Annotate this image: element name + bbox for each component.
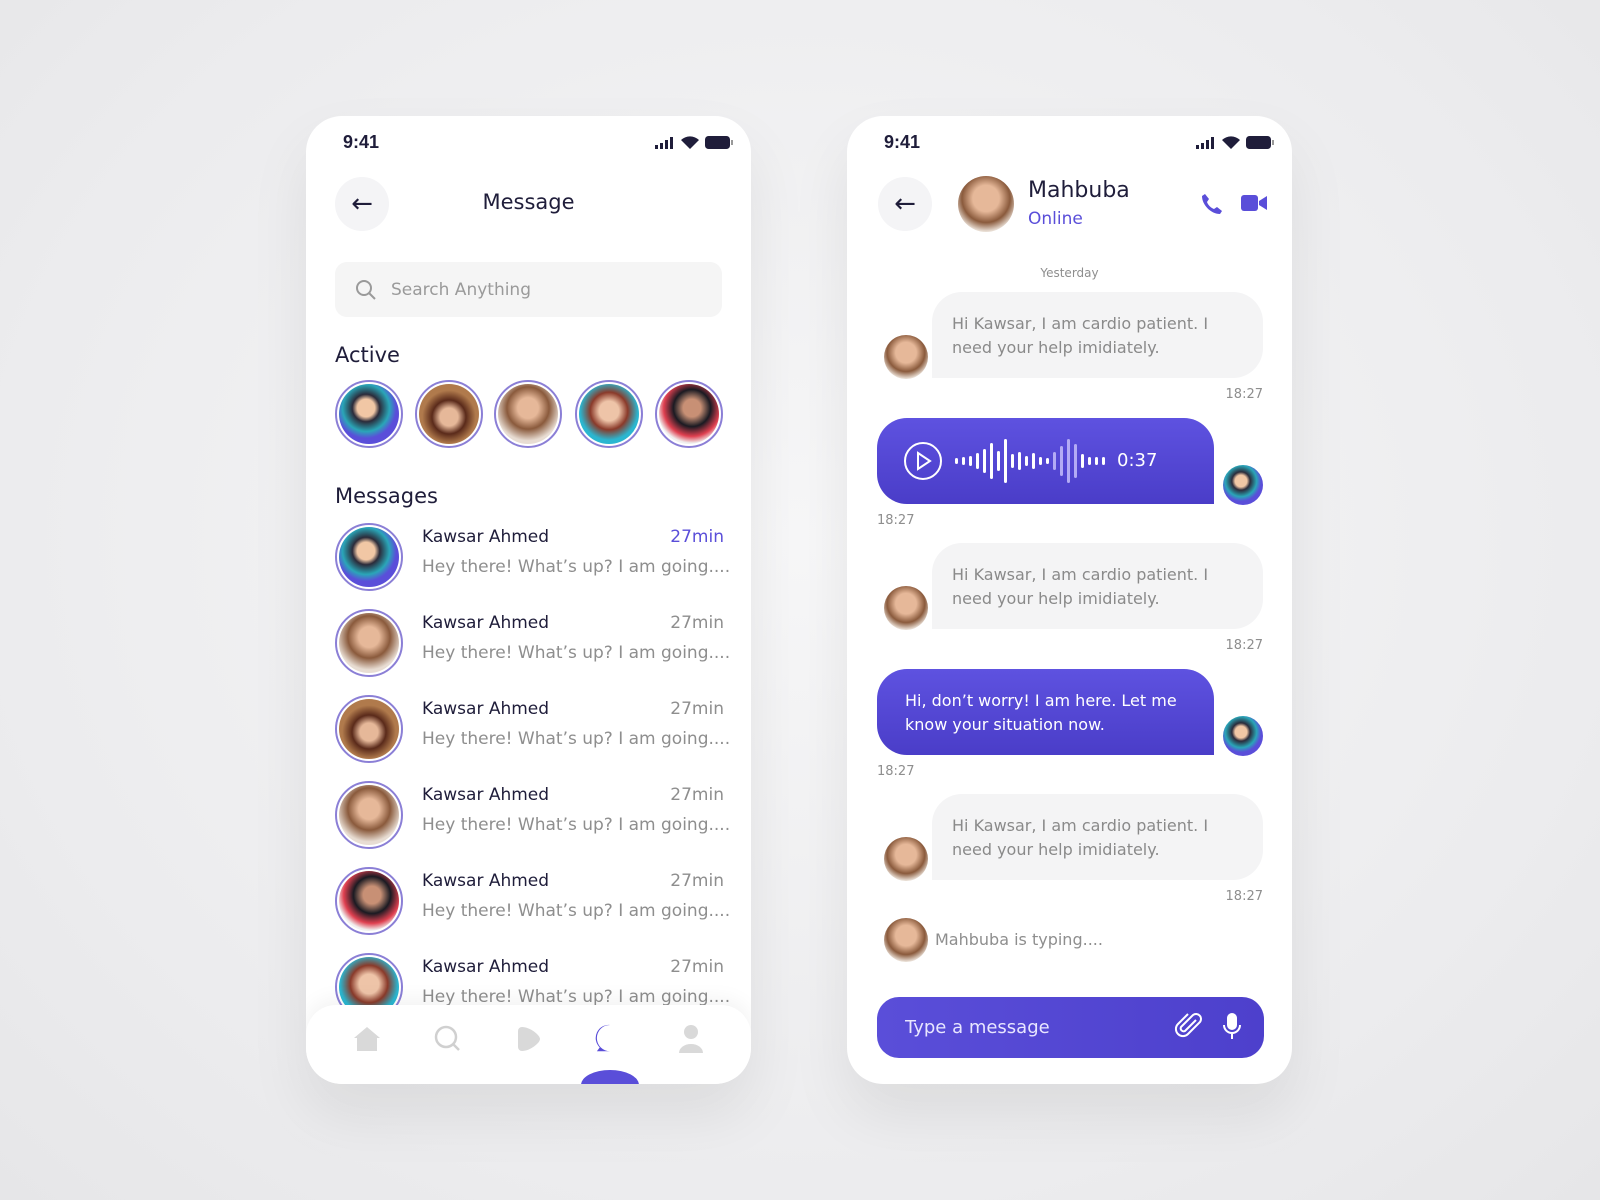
avatar xyxy=(335,867,403,935)
message-time: 18:27 xyxy=(1225,889,1263,904)
search-bar[interactable] xyxy=(335,262,722,317)
sender-name: Kawsar Ahmed xyxy=(422,957,550,977)
search-icon xyxy=(356,279,376,300)
message-preview: Hey there! What’s up? I am going.... xyxy=(422,987,731,1007)
message-preview: Hey there! What’s up? I am going.... xyxy=(422,729,731,749)
active-heading: Active xyxy=(335,343,400,367)
wifi-icon xyxy=(1222,136,1240,149)
active-user-avatar[interactable] xyxy=(494,380,562,448)
attach-icon[interactable] xyxy=(1174,1011,1204,1045)
sender-name: Kawsar Ahmed xyxy=(422,785,550,805)
status-icons xyxy=(1196,136,1274,149)
sender-avatar xyxy=(884,335,928,379)
date-label: Yesterday xyxy=(1040,266,1099,280)
active-indicator xyxy=(580,1069,639,1084)
sender-avatar xyxy=(884,586,928,630)
video-call-button[interactable] xyxy=(1241,194,1267,216)
signal-icon xyxy=(655,136,673,149)
page-title: Message xyxy=(482,190,575,214)
phone-icon xyxy=(1202,194,1222,214)
my-avatar xyxy=(1223,465,1263,505)
message-time: 27min xyxy=(670,699,724,719)
message-time: 18:27 xyxy=(877,513,915,528)
incoming-message: Hi Kawsar, I am cardio patient. I need y… xyxy=(932,543,1263,629)
message-list-item[interactable]: Kawsar Ahmed Hey there! What’s up? I am … xyxy=(306,771,751,859)
voice-duration: 0:37 xyxy=(1117,450,1158,471)
contact-status: Online xyxy=(1028,209,1083,229)
avatar-image xyxy=(419,384,479,444)
message-time: 27min xyxy=(670,871,724,891)
incoming-message: Hi Kawsar, I am cardio patient. I need y… xyxy=(932,794,1263,880)
avatar xyxy=(335,523,403,591)
signal-icon xyxy=(1196,136,1214,149)
my-avatar xyxy=(1223,716,1263,756)
arrow-left-icon: ← xyxy=(894,189,916,219)
sender-name: Kawsar Ahmed xyxy=(422,871,550,891)
avatar-image xyxy=(579,384,639,444)
wifi-icon xyxy=(681,136,699,149)
voice-message: 0:37 xyxy=(877,418,1214,504)
outgoing-message: Hi, don’t worry! I am here. Let me know … xyxy=(877,669,1214,755)
profile-icon[interactable] xyxy=(676,1024,706,1054)
message-time: 27min xyxy=(670,785,724,805)
back-button[interactable]: ← xyxy=(878,177,932,231)
video-icon xyxy=(1241,195,1267,211)
message-preview: Hey there! What’s up? I am going.... xyxy=(422,557,731,577)
message-preview: Hey there! What’s up? I am going.... xyxy=(422,643,731,663)
sender-avatar xyxy=(884,837,928,881)
message-time: 27min xyxy=(670,527,724,547)
play-icon[interactable] xyxy=(514,1024,544,1054)
message-list-item[interactable]: Kawsar Ahmed Hey there! What’s up? I am … xyxy=(306,513,751,601)
avatar xyxy=(335,695,403,763)
search-icon[interactable] xyxy=(433,1024,463,1054)
bottom-nav xyxy=(306,1005,751,1084)
active-user-avatar[interactable] xyxy=(335,380,403,448)
message-list-item[interactable]: Kawsar Ahmed Hey there! What’s up? I am … xyxy=(306,599,751,687)
status-time: 9:41 xyxy=(884,132,921,152)
chat-icon[interactable] xyxy=(580,1024,639,1084)
avatar xyxy=(335,609,403,677)
message-list-item[interactable]: Kawsar Ahmed Hey there! What’s up? I am … xyxy=(306,857,751,945)
message-list-screen: 9:41 ← Message Active Messages Kawsar Ah… xyxy=(306,116,751,1084)
message-list-item[interactable]: Kawsar Ahmed Hey there! What’s up? I am … xyxy=(306,685,751,773)
message-time: 18:27 xyxy=(877,764,915,779)
microphone-icon[interactable] xyxy=(1222,1012,1242,1044)
avatar-image xyxy=(498,384,558,444)
battery-icon xyxy=(1246,136,1274,149)
sender-name: Kawsar Ahmed xyxy=(422,613,550,633)
messages-heading: Messages xyxy=(335,484,438,508)
avatar-image xyxy=(339,384,399,444)
typing-avatar xyxy=(884,918,928,962)
message-preview: Hey there! What’s up? I am going.... xyxy=(422,815,731,835)
search-input[interactable] xyxy=(391,279,691,300)
message-composer xyxy=(877,997,1264,1058)
message-time: 18:27 xyxy=(1225,638,1263,653)
battery-icon xyxy=(705,136,733,149)
message-time: 27min xyxy=(670,613,724,633)
message-time: 27min xyxy=(670,957,724,977)
active-user-avatar[interactable] xyxy=(415,380,483,448)
status-time: 9:41 xyxy=(343,132,380,152)
play-button[interactable] xyxy=(903,441,943,481)
message-preview: Hey there! What’s up? I am going.... xyxy=(422,901,731,921)
status-icons xyxy=(655,136,733,149)
contact-avatar[interactable] xyxy=(958,176,1014,232)
avatar xyxy=(335,781,403,849)
message-input[interactable] xyxy=(905,1017,1174,1038)
avatar-image xyxy=(659,384,719,444)
waveform[interactable] xyxy=(955,439,1105,483)
call-button[interactable] xyxy=(1200,192,1224,220)
sender-name: Kawsar Ahmed xyxy=(422,699,550,719)
active-user-avatar[interactable] xyxy=(575,380,643,448)
sender-name: Kawsar Ahmed xyxy=(422,527,550,547)
message-time: 18:27 xyxy=(1225,387,1263,402)
home-icon[interactable] xyxy=(352,1024,382,1054)
incoming-message: Hi Kawsar, I am cardio patient. I need y… xyxy=(932,292,1263,378)
chat-screen: 9:41 ← Mahbuba Online Yesterday Hi Kawsa… xyxy=(847,116,1292,1084)
typing-indicator: Mahbuba is typing.... xyxy=(935,930,1103,949)
active-user-avatar[interactable] xyxy=(655,380,723,448)
contact-name: Mahbuba xyxy=(1028,178,1130,203)
